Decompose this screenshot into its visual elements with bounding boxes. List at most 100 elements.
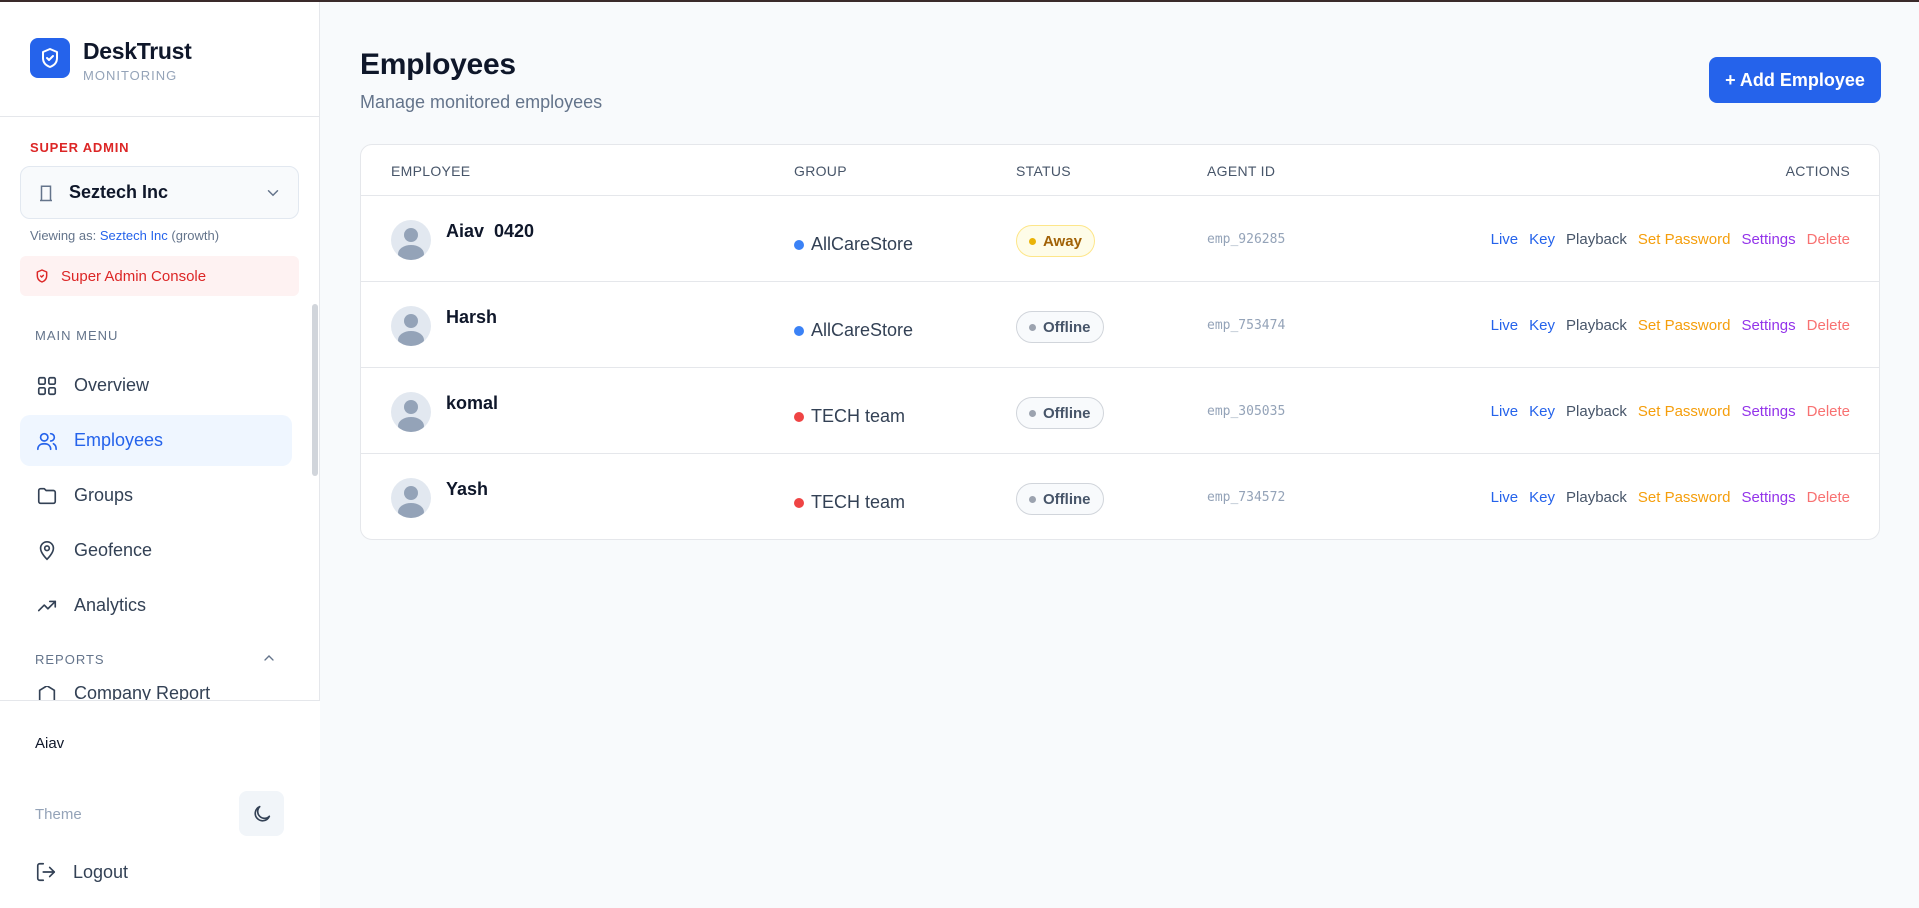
moon-icon: [253, 805, 270, 822]
set-password-action[interactable]: Set Password: [1638, 489, 1731, 506]
organization-select-value: Seztech Inc: [69, 182, 169, 202]
status-badge: Offline: [1016, 483, 1104, 515]
playback-action[interactable]: Playback: [1566, 231, 1627, 248]
sidebar: DeskTrust MONITORING SUPER ADMIN Seztech…: [0, 2, 320, 908]
employee-group: AllCareStore: [794, 234, 913, 255]
delete-action[interactable]: Delete: [1807, 403, 1850, 420]
playback-action[interactable]: Playback: [1566, 489, 1627, 506]
group-name: TECH team: [811, 492, 906, 512]
sidebar-item-groups[interactable]: Groups: [20, 470, 292, 521]
super-admin-console-button[interactable]: Super Admin Console: [20, 256, 299, 296]
sidebar-scrollbar[interactable]: [312, 304, 318, 476]
group-color-dot: [794, 497, 804, 508]
avatar: [391, 306, 431, 346]
sidebar-item-company-report[interactable]: Company Report: [20, 686, 292, 700]
avatar: [391, 392, 431, 432]
chevron-up-icon[interactable]: [261, 650, 277, 666]
brand-name: DeskTrust: [83, 38, 192, 64]
header-agent-id: AGENT ID: [1207, 163, 1276, 179]
sidebar-item-overview[interactable]: Overview: [20, 360, 292, 411]
live-action[interactable]: Live: [1491, 317, 1519, 334]
delete-action[interactable]: Delete: [1807, 489, 1850, 506]
table-row: Harsh AllCareStore Offline emp_753474 Li…: [361, 282, 1879, 368]
settings-action[interactable]: Settings: [1741, 403, 1795, 420]
status-text: Away: [1043, 232, 1082, 250]
page-subtitle: Manage monitored employees: [360, 92, 603, 112]
sidebar-item-analytics[interactable]: Analytics: [20, 580, 292, 631]
reports-clipped-area: Company Report: [0, 686, 312, 700]
super-admin-label: SUPER ADMIN: [30, 140, 130, 155]
building-icon: [38, 686, 56, 700]
status-text: Offline: [1043, 318, 1091, 336]
key-action[interactable]: Key: [1529, 489, 1555, 506]
playback-action[interactable]: Playback: [1566, 403, 1627, 420]
super-admin-console-label: Super Admin Console: [61, 267, 207, 285]
logout-icon: [36, 862, 56, 882]
sidebar-item-label: Company Report: [74, 686, 211, 700]
shield-icon: [30, 38, 70, 78]
table-row: komal TECH team Offline emp_305035 Live …: [361, 368, 1879, 454]
header-actions: ACTIONS: [1785, 163, 1850, 179]
key-action[interactable]: Key: [1529, 317, 1555, 334]
building-icon: [40, 185, 52, 201]
agent-id: emp_926285: [1207, 232, 1286, 247]
sidebar-footer: Aiav Theme Logout: [0, 700, 320, 908]
folder-icon: [37, 487, 57, 504]
agent-id: emp_305035: [1207, 404, 1286, 419]
employees-table: EMPLOYEE GROUP STATUS AGENT ID ACTIONS A…: [360, 144, 1880, 540]
users-icon: [37, 432, 57, 450]
settings-action[interactable]: Settings: [1741, 231, 1795, 248]
employee-name: Yash: [446, 479, 489, 499]
current-user-name: Aiav: [35, 735, 65, 752]
brand-subtitle: MONITORING: [83, 68, 178, 83]
add-employee-button[interactable]: + Add Employee: [1709, 57, 1881, 103]
sidebar-item-geofence[interactable]: Geofence: [20, 525, 292, 576]
header-status: STATUS: [1016, 163, 1071, 179]
set-password-action[interactable]: Set Password: [1638, 317, 1731, 334]
settings-action[interactable]: Settings: [1741, 489, 1795, 506]
set-password-action[interactable]: Set Password: [1638, 403, 1731, 420]
employee-group: AllCareStore: [794, 320, 913, 341]
sidebar-item-label: Employees: [74, 430, 164, 450]
status-dot: [1029, 409, 1036, 417]
table-header: EMPLOYEE GROUP STATUS AGENT ID ACTIONS: [361, 145, 1879, 196]
status-dot: [1029, 237, 1036, 245]
table-row: Yash TECH team Offline emp_734572 Live K…: [361, 454, 1879, 539]
delete-action[interactable]: Delete: [1807, 231, 1850, 248]
sidebar-item-label: Overview: [74, 375, 150, 395]
status-text: Offline: [1043, 490, 1091, 508]
employee-group: TECH team: [794, 492, 905, 513]
set-password-action[interactable]: Set Password: [1638, 231, 1731, 248]
avatar: [391, 478, 431, 518]
employee-name: Aiav 0420: [446, 221, 535, 241]
group-name: AllCareStore: [811, 320, 914, 340]
table-row: Aiav 0420 AllCareStore Away emp_926285 L…: [361, 196, 1879, 282]
logout-button[interactable]: Logout: [35, 861, 128, 883]
sidebar-item-employees[interactable]: Employees: [20, 415, 292, 466]
page-title: Employees: [360, 48, 516, 81]
live-action[interactable]: Live: [1491, 403, 1519, 420]
key-action[interactable]: Key: [1529, 231, 1555, 248]
status-badge: Away: [1016, 225, 1095, 257]
agent-id: emp_734572: [1207, 490, 1286, 505]
status-dot: [1029, 495, 1036, 503]
sidebar-item-label: Geofence: [74, 540, 153, 560]
map-pin-icon: [39, 540, 55, 560]
viewing-prefix: Viewing as:: [30, 228, 100, 243]
viewing-as-text: Viewing as: Seztech Inc (growth): [30, 228, 219, 243]
playback-action[interactable]: Playback: [1566, 317, 1627, 334]
grid-icon: [37, 376, 57, 395]
main-menu-label: MAIN MENU: [35, 328, 119, 343]
trending-up-icon: [37, 600, 57, 611]
delete-action[interactable]: Delete: [1807, 317, 1850, 334]
key-action[interactable]: Key: [1529, 403, 1555, 420]
live-action[interactable]: Live: [1491, 231, 1519, 248]
settings-action[interactable]: Settings: [1741, 317, 1795, 334]
organization-select[interactable]: Seztech Inc: [20, 166, 299, 219]
theme-toggle-button[interactable]: [239, 791, 284, 836]
live-action[interactable]: Live: [1491, 489, 1519, 506]
logout-label: Logout: [73, 861, 129, 882]
sidebar-item-label: Groups: [74, 485, 134, 505]
group-name: AllCareStore: [811, 234, 914, 254]
group-color-dot: [794, 239, 804, 250]
